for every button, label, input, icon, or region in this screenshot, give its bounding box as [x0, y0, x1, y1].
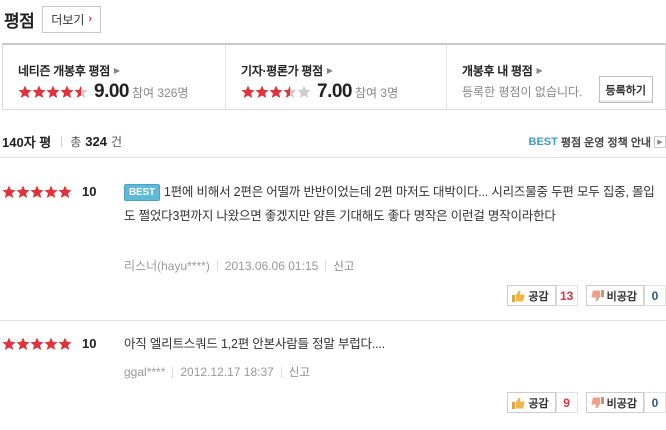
rating-header: 평점 더보기 › [4, 4, 102, 34]
review-score: 10 [82, 184, 97, 199]
star-icon [44, 337, 58, 350]
review-list-header: 140자 평 총 324 건 BEST 평점 운영 정책 안내 ▶ [2, 128, 666, 154]
review-author[interactable]: ggal**** [124, 365, 165, 379]
vote-group: 공감 9 비공감 0 [507, 392, 666, 413]
netizen-participants: 참여 326명 [131, 85, 189, 100]
best-badge: BEST [124, 184, 160, 202]
my-rating: 개봉후 내 평점 ▶ 등록한 평점이 없습니다. 등록하기 [446, 45, 665, 109]
caret-right-icon: ▶ [114, 66, 120, 75]
caret-right-icon: ▶ [326, 66, 333, 75]
review-meta: 리스너(hayu****) 2013.06.06 01:15 신고 [124, 257, 354, 274]
divider [0, 320, 666, 321]
review-date: 2012.12.17 18:37 [180, 365, 274, 379]
star-icon [32, 85, 46, 98]
dislike-button[interactable]: 비공감 [585, 392, 644, 413]
star-rating [18, 85, 88, 99]
report-link[interactable]: 신고 [333, 258, 354, 274]
star-icon [58, 337, 72, 350]
review-list-title: 140자 평 [2, 134, 52, 150]
star-icon [30, 185, 44, 198]
star-icon [255, 85, 269, 98]
best-policy-link[interactable]: BEST 평점 운영 정책 안내 ▶ [529, 134, 666, 150]
review-score: 10 [82, 336, 97, 351]
star-icon [58, 185, 72, 198]
divider [0, 157, 666, 158]
star-rating [2, 337, 72, 351]
star-icon [269, 85, 283, 98]
star-icon [60, 85, 74, 98]
like-count: 13 [555, 285, 578, 306]
netizen-rating: 네티즌 개봉후 평점 ▶ 9.00 참여 326명 [3, 45, 225, 109]
thumbs-up-icon [512, 397, 525, 409]
more-button-label: 더보기 [51, 12, 85, 27]
review-meta: ggal**** 2012.12.17 18:37 신고 [124, 364, 310, 380]
review-text: 아직 엘리트스쿼드 1,2편 안본사람들 정말 부럽다.... [124, 337, 385, 351]
review-total-count: 324 [85, 133, 107, 149]
register-rating-button[interactable]: 등록하기 [598, 76, 653, 103]
star-icon [18, 85, 32, 98]
separator [61, 135, 63, 147]
star-rating [2, 185, 72, 199]
like-button[interactable]: 공감 [507, 392, 556, 413]
critic-rating: 기자·평론가 평점 ▶ 7.00 참여 3명 [225, 45, 446, 109]
like-button[interactable]: 공감 [507, 285, 556, 306]
review-date: 2013.06.06 01:15 [224, 258, 319, 273]
rating-summary: 네티즌 개봉후 평점 ▶ 9.00 참여 326명 기자·평론가 평점 ▶ 7.… [2, 43, 666, 110]
critic-score: 7.00 [317, 81, 352, 102]
dislike-count: 0 [644, 392, 666, 413]
star-icon [2, 337, 16, 350]
critic-participants: 참여 3명 [354, 85, 399, 100]
star-icon [30, 337, 44, 350]
page-title: 평점 [4, 11, 35, 31]
more-button[interactable]: 더보기 › [42, 5, 102, 33]
thumbs-up-icon [512, 290, 525, 302]
thumbs-down-icon [591, 289, 604, 302]
thumbs-down-icon [591, 396, 604, 409]
review-author[interactable]: 리스너(hayu****) [124, 257, 210, 274]
star-icon [46, 85, 60, 98]
star-icon [2, 185, 16, 198]
dislike-count: 0 [644, 285, 666, 306]
netizen-rating-label[interactable]: 네티즌 개봉후 평점 ▶ [18, 62, 225, 79]
vote-group: 공감 13 비공감 0 [507, 285, 666, 306]
star-icon [297, 85, 311, 98]
star-icon [16, 337, 30, 350]
critic-rating-label[interactable]: 기자·평론가 평점 ▶ [241, 62, 446, 79]
star-icon [74, 85, 88, 98]
review-text: BEST 1편에 비해서 2편은 어떨까 반반이었는데 2편 마저도 대박이다..… [124, 184, 655, 223]
star-icon [16, 185, 30, 198]
chevron-right-icon: › [88, 13, 93, 25]
dislike-button[interactable]: 비공감 [585, 285, 644, 306]
netizen-score: 9.00 [94, 81, 129, 102]
like-count: 9 [555, 392, 578, 413]
star-icon [44, 185, 58, 198]
star-rating [241, 85, 311, 99]
star-icon [283, 85, 297, 98]
caret-right-icon: ▶ [654, 136, 666, 148]
report-link[interactable]: 신고 [289, 364, 310, 380]
caret-right-icon: ▶ [536, 66, 543, 75]
star-icon [241, 85, 255, 98]
review-total: 총 324 건 [70, 133, 123, 149]
